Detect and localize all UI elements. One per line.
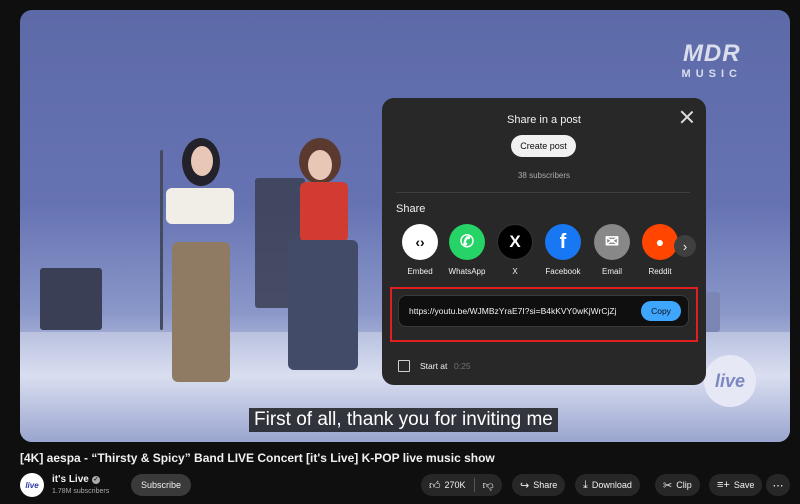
save-button[interactable]: ≡+ Save <box>709 474 763 496</box>
live-channel-logo: live <box>704 355 756 407</box>
performer-1-face <box>191 146 213 176</box>
share-heading: Share <box>396 203 426 215</box>
whatsapp-icon: ✆ <box>449 224 485 260</box>
performer-2-top <box>300 182 348 242</box>
subtitle-caption: First of all, thank you for inviting me <box>249 408 558 432</box>
save-button-label: Save <box>733 480 755 490</box>
share-whatsapp-button[interactable]: ✆ WhatsApp <box>447 224 487 276</box>
reddit-icon: ● <box>642 224 678 260</box>
share-label-x: X <box>512 267 518 276</box>
facebook-icon: f <box>545 224 581 260</box>
video-title: [4K] aespa - “Thirsty & Spicy” Band LIVE… <box>20 451 495 465</box>
performer-1-top <box>166 188 234 224</box>
clip-button-label: Clip <box>676 480 692 490</box>
clip-button[interactable]: ✂ Clip <box>655 474 700 496</box>
scissors-icon: ✂ <box>663 479 673 492</box>
thumbs-down-icon[interactable]: 👎︎ <box>483 479 494 492</box>
share-dialog: Share in a post Create post 38 subscribe… <box>382 98 706 385</box>
channel-subscribers: 1.78M subscribers <box>52 488 110 495</box>
download-button-label: Download <box>591 480 632 490</box>
mdr-music-watermark: MDR MUSIC <box>681 40 742 80</box>
avatar[interactable]: live <box>20 473 44 497</box>
divider <box>396 192 690 193</box>
playlist-add-icon: ≡+ <box>717 479 730 491</box>
channel-name-text[interactable]: it's Live <box>52 474 89 485</box>
chevron-right-icon[interactable]: › <box>674 235 696 257</box>
share-label-reddit: Reddit <box>648 267 672 276</box>
share-url-text[interactable]: https://youtu.be/WJMBzYraE7I?si=B4kKVY0w… <box>409 306 616 316</box>
like-separator <box>473 478 475 492</box>
performer-2-face <box>308 150 332 180</box>
more-options-icon[interactable]: ⋯ <box>766 474 790 496</box>
share-label-email: Email <box>601 267 622 276</box>
subscriber-count: 38 subscribers <box>517 171 571 180</box>
share-url-field[interactable]: https://youtu.be/WJMBzYraE7I?si=B4kKVY0w… <box>398 295 689 327</box>
start-at-checkbox[interactable] <box>398 360 410 372</box>
create-post-button[interactable]: Create post <box>511 135 576 157</box>
copy-button[interactable]: Copy <box>641 301 681 321</box>
verified-icon: ✓ <box>91 476 100 484</box>
share-facebook-button[interactable]: f Facebook <box>543 224 583 276</box>
embed-icon: ‹› <box>402 224 438 260</box>
share-label-embed: Embed <box>407 267 433 276</box>
share-button-label: Share <box>533 480 558 490</box>
share-embed-button[interactable]: ‹› Embed <box>400 224 440 276</box>
performer-1-pants <box>172 242 230 382</box>
start-at-time[interactable]: 0:25 <box>454 361 471 371</box>
email-icon: ✉ <box>594 224 630 260</box>
like-count[interactable]: 270K <box>445 480 466 490</box>
share-label-facebook: Facebook <box>545 267 581 276</box>
x-icon: X <box>497 224 533 260</box>
download-icon: ⤓ <box>583 478 588 491</box>
share-label-whatsapp: WhatsApp <box>448 267 486 276</box>
subscribe-button[interactable]: Subscribe <box>131 474 191 496</box>
start-at-label: Start at <box>420 361 448 371</box>
share-x-button[interactable]: X X <box>495 224 535 276</box>
channel-name[interactable]: it's Live ✓ <box>52 474 100 485</box>
close-icon[interactable] <box>680 110 694 124</box>
share-icon: ↪ <box>520 479 530 492</box>
performer-2-skirt <box>288 240 358 370</box>
mic-stand <box>160 150 163 330</box>
download-button[interactable]: ⤓ Download <box>575 474 640 496</box>
share-email-button[interactable]: ✉ Email <box>592 224 632 276</box>
thumbs-up-icon[interactable]: 👍︎ <box>429 479 441 492</box>
amp-left <box>40 268 102 330</box>
share-button[interactable]: ↪ Share <box>512 474 566 496</box>
like-dislike-group: 👍︎ 270K 👎︎ <box>421 474 502 496</box>
dialog-title: Share in a post <box>507 114 581 126</box>
